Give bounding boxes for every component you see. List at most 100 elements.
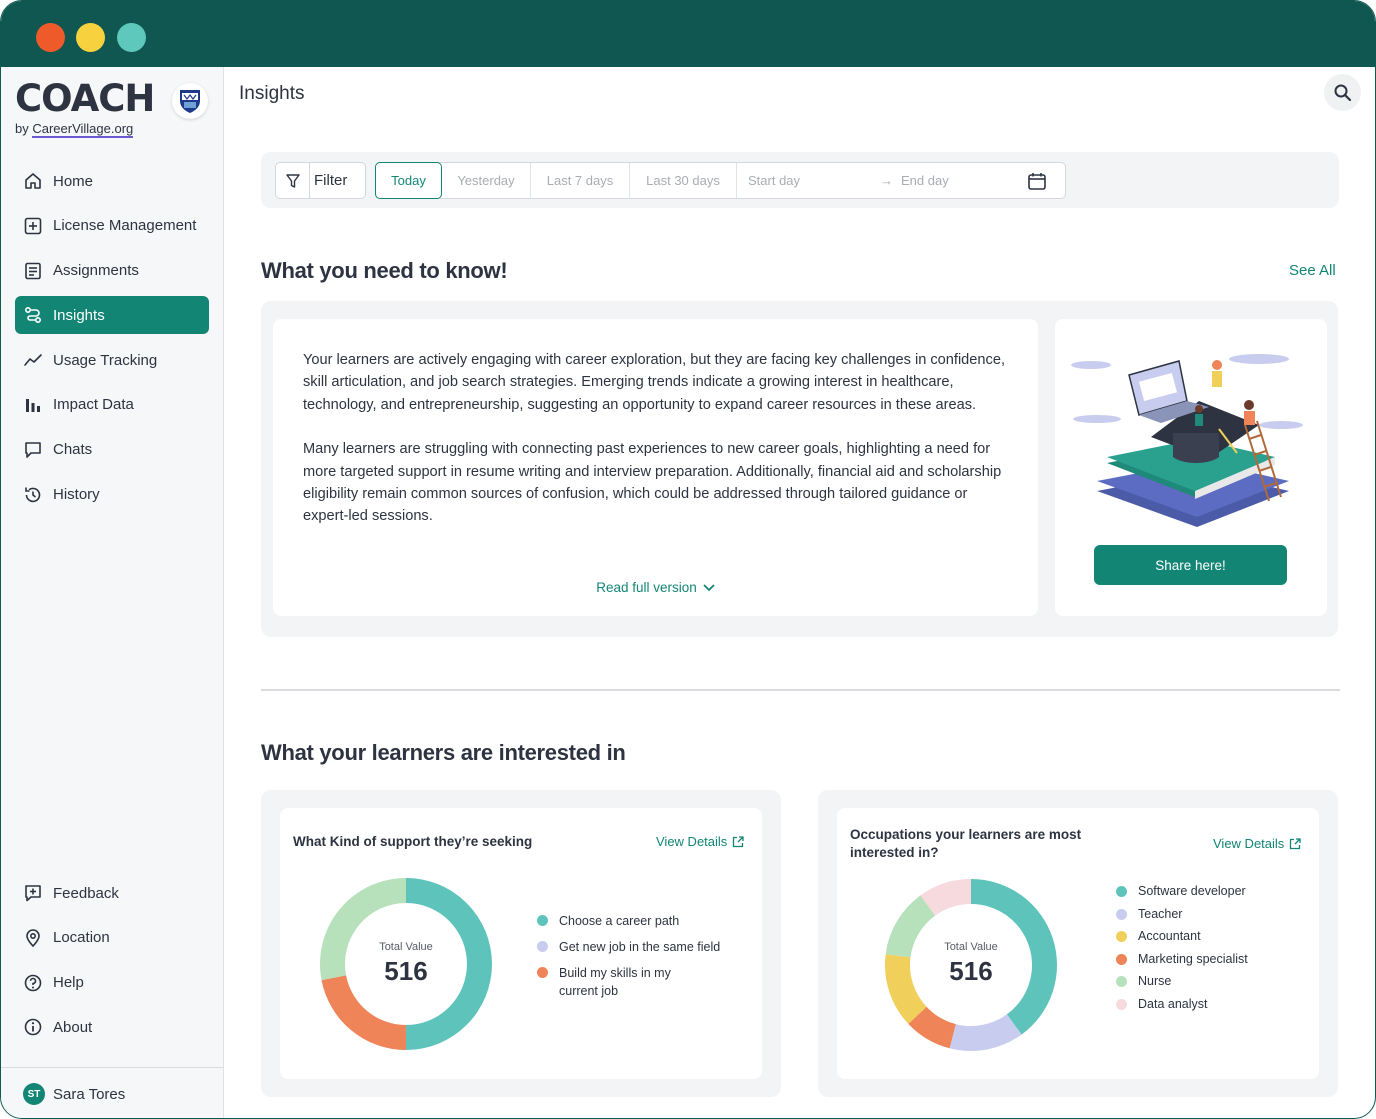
help-icon bbox=[24, 974, 42, 991]
external-link-icon bbox=[733, 835, 744, 847]
view-details-label: View Details bbox=[1213, 836, 1285, 851]
sidebar-item-impact-data[interactable]: Impact Data bbox=[15, 386, 209, 424]
graduation-books-illustration bbox=[1071, 354, 1303, 527]
user-profile[interactable]: ST Sara Tores bbox=[1, 1067, 223, 1118]
share-button[interactable]: Share here! bbox=[1094, 545, 1287, 585]
legend-swatch bbox=[1116, 953, 1127, 965]
occupation-view-details-link[interactable]: View Details bbox=[1213, 836, 1301, 851]
summary-paragraph-1: Your learners are actively engaging with… bbox=[303, 352, 1006, 413]
search-icon bbox=[1334, 84, 1351, 101]
range-last-7-days[interactable]: Last 7 days bbox=[531, 163, 630, 198]
sidebar-item-label: Usage Tracking bbox=[53, 351, 158, 369]
donut-total-label: Total Value bbox=[379, 941, 433, 953]
sidebar-item-assignments[interactable]: Assignments bbox=[15, 252, 209, 290]
window-close-button[interactable] bbox=[36, 23, 65, 52]
school-crest-icon[interactable] bbox=[172, 83, 208, 119]
read-full-version-link[interactable]: Read full version bbox=[273, 577, 1038, 599]
sidebar-item-label: Feedback bbox=[53, 884, 119, 902]
filter-button[interactable]: Filter bbox=[275, 162, 366, 199]
app-window: COACH by CareerVillage.org Home License M… bbox=[0, 0, 1376, 1119]
trend-icon bbox=[24, 354, 42, 366]
legend-label: Teacher bbox=[1138, 906, 1183, 921]
legend-item[interactable]: Build my skills in my current job bbox=[537, 964, 747, 1000]
sidebar-item-label: License Management bbox=[53, 217, 197, 235]
avatar: ST bbox=[23, 1083, 45, 1105]
support-chart-title: What Kind of support they’re seeking bbox=[293, 834, 533, 849]
range-yesterday[interactable]: Yesterday bbox=[442, 163, 531, 198]
document-icon bbox=[25, 262, 41, 279]
sidebar-item-chats[interactable]: Chats bbox=[15, 431, 209, 469]
occupation-chart-title: Occupations your learners are most inter… bbox=[850, 827, 1082, 860]
legend-label: Software developer bbox=[1138, 884, 1246, 898]
chevron-down-icon bbox=[703, 585, 715, 592]
donut-total-value: 516 bbox=[384, 956, 428, 986]
range-last-30-days[interactable]: Last 30 days bbox=[630, 163, 737, 198]
legend-swatch bbox=[1116, 931, 1127, 942]
donut-slice-teacher[interactable] bbox=[949, 1014, 1022, 1051]
window-maximize-button[interactable] bbox=[117, 23, 146, 52]
feedback-icon bbox=[25, 885, 41, 902]
range-today[interactable]: Today bbox=[375, 162, 442, 199]
view-details-label: View Details bbox=[656, 834, 728, 849]
legend-item[interactable]: Accountant bbox=[1116, 928, 1306, 944]
know-panel: Your learners are actively engaging with… bbox=[261, 301, 1338, 637]
custom-date-range[interactable]: Start day → End day bbox=[737, 163, 1065, 198]
legend-label: Get new job in the same field bbox=[559, 940, 721, 954]
legend-swatch bbox=[1116, 998, 1127, 1010]
legend-item[interactable]: Get new job in the same field bbox=[537, 938, 747, 956]
sidebar-item-label: Home bbox=[53, 172, 94, 190]
legend-item[interactable]: Choose a career path bbox=[537, 912, 747, 930]
legend-swatch bbox=[537, 915, 548, 926]
page-title: Insights bbox=[239, 83, 305, 104]
sidebar-item-home[interactable]: Home bbox=[15, 162, 209, 200]
sidebar-item-label: Insights bbox=[53, 306, 105, 324]
sidebar-item-about[interactable]: About bbox=[15, 1008, 209, 1046]
sidebar-item-insights[interactable]: Insights bbox=[15, 296, 209, 335]
sidebar-item-location[interactable]: Location bbox=[15, 919, 209, 957]
plus-square-icon bbox=[24, 217, 42, 235]
logo-tagline: by CareerVillage.org bbox=[15, 121, 154, 138]
app-logo[interactable]: COACH by CareerVillage.org bbox=[15, 77, 155, 138]
sidebar-item-license-management[interactable]: License Management bbox=[15, 207, 209, 245]
sidebar-item-feedback[interactable]: Feedback bbox=[15, 874, 209, 912]
legend-item[interactable]: Teacher bbox=[1116, 906, 1306, 922]
legend-item[interactable]: Nurse bbox=[1116, 973, 1306, 989]
legend-label: Choose a career path bbox=[559, 914, 680, 928]
filter-icon bbox=[276, 163, 310, 198]
calendar-icon[interactable] bbox=[1027, 171, 1047, 191]
window-titlebar bbox=[1, 1, 1375, 67]
legend-label: Marketing specialist bbox=[1138, 951, 1248, 966]
sidebar-item-history[interactable]: History bbox=[15, 476, 209, 514]
occupation-legend: Software developer Teacher Accountant Marke… bbox=[1116, 883, 1306, 1018]
support-chart-panel: What Kind of support they’re seeking Vie… bbox=[261, 790, 781, 1097]
location-icon bbox=[26, 929, 40, 947]
window-minimize-button[interactable] bbox=[76, 23, 105, 52]
legend-label: Nurse bbox=[1138, 974, 1172, 988]
logo-wordmark: COACH bbox=[15, 77, 155, 120]
end-day-input[interactable]: End day bbox=[901, 173, 949, 188]
legend-item[interactable]: Data analyst bbox=[1116, 996, 1306, 1012]
occupation-donut-center: Total Value 516 bbox=[921, 941, 1021, 987]
logo-org: CareerVillage.org bbox=[32, 121, 134, 138]
sidebar-item-help[interactable]: Help bbox=[15, 964, 209, 1002]
sidebar-item-label: Impact Data bbox=[53, 396, 134, 414]
sidebar-item-label: About bbox=[53, 1018, 93, 1036]
see-all-link[interactable]: See All bbox=[1289, 262, 1336, 279]
chat-icon bbox=[25, 441, 41, 458]
sidebar-item-label: Assignments bbox=[53, 262, 139, 280]
history-icon bbox=[25, 487, 41, 502]
donut-total-value: 516 bbox=[949, 956, 993, 986]
legend-label: Data analyst bbox=[1138, 996, 1208, 1011]
read-full-label: Read full version bbox=[596, 580, 697, 595]
filter-bar: Filter Today Yesterday Last 7 days Last … bbox=[261, 152, 1339, 208]
start-day-input[interactable]: Start day bbox=[748, 173, 880, 188]
section-divider bbox=[261, 689, 1340, 691]
legend-swatch bbox=[1116, 976, 1127, 987]
share-card: Share here! bbox=[1055, 319, 1327, 616]
support-view-details-link[interactable]: View Details bbox=[656, 834, 744, 849]
legend-swatch bbox=[1116, 886, 1127, 897]
legend-item[interactable]: Software developer bbox=[1116, 883, 1306, 899]
sidebar-item-usage-tracking[interactable]: Usage Tracking bbox=[15, 341, 209, 379]
legend-item[interactable]: Marketing specialist bbox=[1116, 951, 1306, 967]
search-button[interactable] bbox=[1324, 74, 1361, 111]
